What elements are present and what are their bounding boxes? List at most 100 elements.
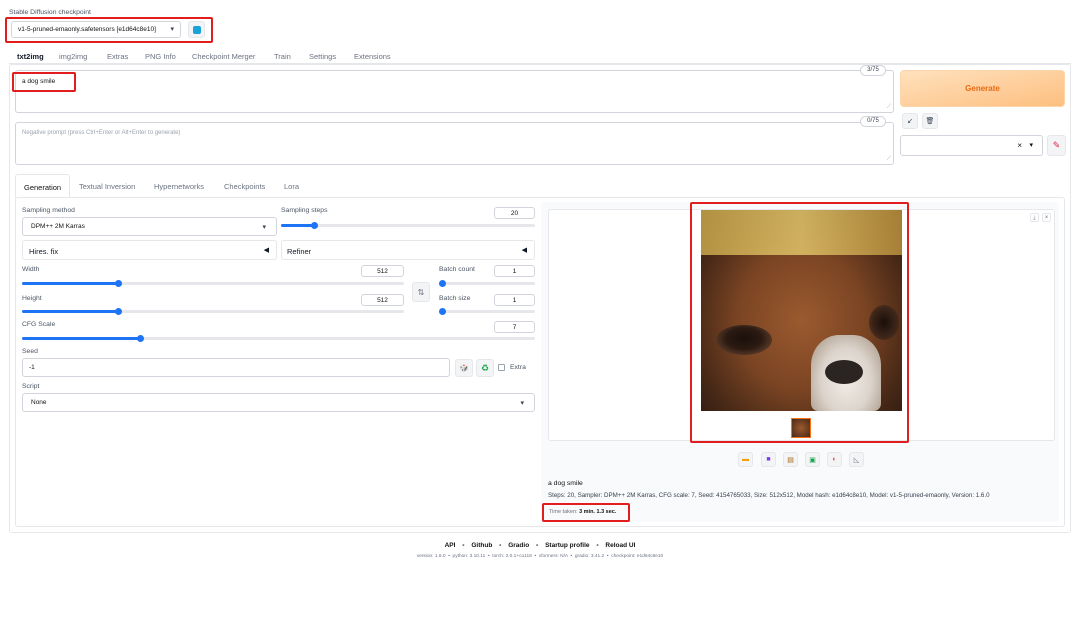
send-to-extras-button[interactable]: ◺ xyxy=(849,452,864,467)
prompt-textarea[interactable]: a dog smile ⟋ xyxy=(15,70,894,113)
batch-size-input[interactable]: 1 xyxy=(494,294,535,306)
subtab-generation-label: Generation xyxy=(24,183,62,192)
send-to-inpaint-icon: ◐ xyxy=(832,456,837,463)
batch-size-slider[interactable] xyxy=(439,308,535,315)
seed-label: Seed xyxy=(22,348,38,355)
cfg-scale-input[interactable]: 7 xyxy=(494,321,535,333)
folder-icon: ▬ xyxy=(742,456,749,463)
script-label: Script xyxy=(22,383,40,390)
tab-png-info[interactable]: PNG Info xyxy=(145,52,176,61)
image-thumbnail[interactable] xyxy=(791,418,811,438)
checkpoint-label: Stable Diffusion checkpoint xyxy=(9,9,91,16)
generate-button[interactable]: Generate xyxy=(900,70,1065,107)
width-input[interactable]: 512 xyxy=(361,265,404,277)
width-slider[interactable] xyxy=(22,280,404,287)
send-to-img2img-button[interactable]: ▣ xyxy=(805,452,820,467)
send-to-img2img-icon: ▣ xyxy=(809,456,816,464)
sampling-method-dropdown[interactable]: DPM++ 2M Karras ▾ xyxy=(22,217,277,236)
refresh-checkpoint-button[interactable] xyxy=(188,21,205,38)
send-to-extras-icon: ◺ xyxy=(853,456,860,464)
time-taken: Time taken: 3 min. 1.3 sec. xyxy=(549,509,616,515)
open-folder-button[interactable]: ▬ xyxy=(738,452,753,467)
download-icon[interactable]: ⤓ xyxy=(1030,213,1039,222)
extra-label: Extra xyxy=(510,364,526,371)
close-icon[interactable]: × xyxy=(1042,213,1051,222)
highlight-prompt xyxy=(12,72,76,92)
footer-links: API • Github • Gradio • Startup profile … xyxy=(444,542,636,549)
footer-link-gradio[interactable]: Gradio xyxy=(508,542,529,549)
sampling-steps-slider[interactable] xyxy=(281,222,535,229)
chevron-down-icon: ▾ xyxy=(170,26,174,33)
tab-img2img[interactable]: img2img xyxy=(59,52,87,61)
prompt-token-counter: 3/75 xyxy=(860,65,886,76)
sampling-steps-input[interactable]: 20 xyxy=(494,207,535,219)
batch-count-input[interactable]: 1 xyxy=(494,265,535,277)
resize-handle-icon[interactable]: ⟋ xyxy=(887,104,891,111)
swap-dimensions-button[interactable]: ⇅ xyxy=(412,282,430,302)
tab-extensions[interactable]: Extensions xyxy=(354,52,391,61)
tab-checkpoint-merger[interactable]: Checkpoint Merger xyxy=(192,52,255,61)
random-seed-button[interactable]: 🎲 xyxy=(455,359,473,377)
sampling-method-value: DPM++ 2M Karras xyxy=(31,223,85,230)
styles-dropdown[interactable]: × ▾ xyxy=(900,135,1043,156)
tab-extras[interactable]: Extras xyxy=(107,52,128,61)
batch-count-label: Batch count xyxy=(439,266,475,273)
height-slider[interactable] xyxy=(22,308,404,315)
read-params-button[interactable]: ↙ xyxy=(902,113,918,129)
batch-count-slider[interactable] xyxy=(439,280,535,287)
seed-input[interactable]: -1 xyxy=(22,358,450,377)
checkpoint-value: v1-5-pruned-emaonly.safetensors [e1d64c8… xyxy=(18,26,156,33)
subtab-hypernetworks[interactable]: Hypernetworks xyxy=(154,182,204,191)
arrow-down-left-icon: ↙ xyxy=(907,118,913,125)
save-icon: ■ xyxy=(766,456,771,463)
subtab-generation[interactable]: Generation xyxy=(15,174,70,198)
clear-icon[interactable]: × xyxy=(1017,141,1022,150)
tab-train[interactable]: Train xyxy=(274,52,291,61)
zip-icon: ▤ xyxy=(787,456,794,464)
negative-prompt-placeholder: Negative prompt (press Ctrl+Enter or Alt… xyxy=(22,130,181,136)
send-to-inpaint-button[interactable]: ◐ xyxy=(827,452,842,467)
extra-checkbox[interactable] xyxy=(498,364,505,371)
sampling-method-label: Sampling method xyxy=(22,207,75,214)
output-info: Steps: 20, Sampler: DPM++ 2M Karras, CFG… xyxy=(548,492,990,499)
trash-button[interactable]: 🗑 xyxy=(922,113,938,129)
chevron-down-icon: ▾ xyxy=(520,400,524,407)
batch-size-label: Batch size xyxy=(439,295,471,302)
pencil-icon: ✎ xyxy=(1052,140,1061,150)
trash-icon: 🗑 xyxy=(925,118,935,125)
negative-prompt-textarea[interactable]: Negative prompt (press Ctrl+Enter or Alt… xyxy=(15,122,894,165)
height-input[interactable]: 512 xyxy=(361,294,404,306)
subtab-textual-inversion[interactable]: Textual Inversion xyxy=(79,182,135,191)
subtab-checkpoints[interactable]: Checkpoints xyxy=(224,182,265,191)
footer-link-reload-ui[interactable]: Reload UI xyxy=(605,542,635,549)
footer-version: version: 1.6.0 • python: 3.10.11 • torch… xyxy=(416,554,664,559)
footer-link-api[interactable]: API xyxy=(445,542,456,549)
highlight-output-image xyxy=(690,202,909,443)
subtab-lora[interactable]: Lora xyxy=(284,182,299,191)
script-value: None xyxy=(31,399,47,406)
output-prompt: a dog smile xyxy=(548,480,583,487)
collapse-triangle-icon: ◀ xyxy=(263,247,269,254)
height-label: Height xyxy=(22,295,42,302)
cfg-scale-slider[interactable] xyxy=(22,335,535,342)
checkpoint-dropdown[interactable]: v1-5-pruned-emaonly.safetensors [e1d64c8… xyxy=(11,21,181,38)
script-dropdown[interactable]: None ▾ xyxy=(22,393,535,412)
hires-fix-accordion[interactable]: Hires. fix ◀ xyxy=(22,240,277,260)
reuse-seed-button[interactable]: ♻ xyxy=(476,359,494,377)
collapse-triangle-icon: ◀ xyxy=(521,247,527,254)
footer-link-startup-profile[interactable]: Startup profile xyxy=(545,542,589,549)
save-button[interactable]: ■ xyxy=(761,452,776,467)
resize-handle-icon[interactable]: ⟋ xyxy=(887,156,891,163)
tab-settings[interactable]: Settings xyxy=(309,52,336,61)
apply-styles-button[interactable]: ✎ xyxy=(1047,135,1066,156)
footer-link-github[interactable]: Github xyxy=(471,542,492,549)
refiner-label: Refiner xyxy=(287,247,312,256)
sampling-steps-label: Sampling steps xyxy=(281,207,328,214)
dice-icon: 🎲 xyxy=(459,365,469,372)
time-taken-label: Time taken: xyxy=(549,509,578,515)
refiner-accordion[interactable]: Refiner ◀ xyxy=(281,240,535,260)
settings-subtabs: Generation Textual Inversion Hypernetwor… xyxy=(15,174,315,198)
seed-value: -1 xyxy=(29,364,35,371)
zip-button[interactable]: ▤ xyxy=(783,452,798,467)
tab-txt2img[interactable]: txt2img xyxy=(17,52,44,61)
